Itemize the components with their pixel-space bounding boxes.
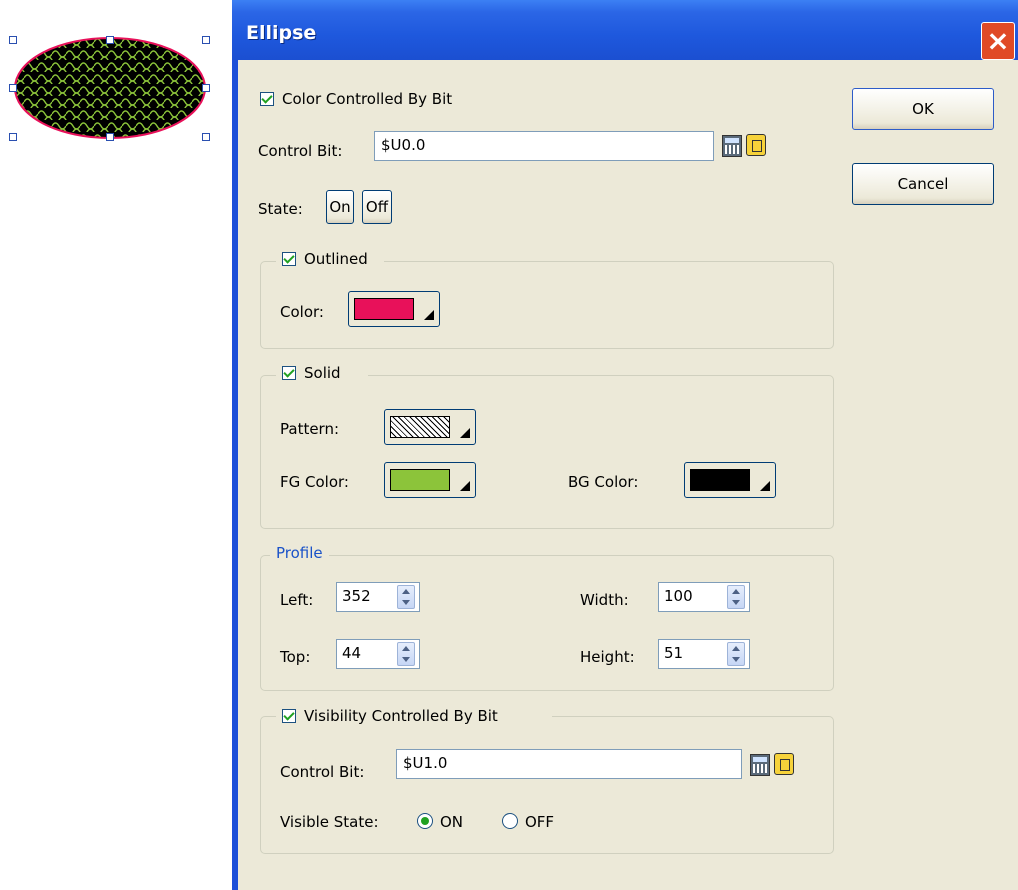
fg-color-label: FG Color:: [280, 473, 349, 491]
resize-handle-sw[interactable]: [9, 133, 17, 141]
resize-handle-e[interactable]: [202, 84, 210, 92]
pattern-swatch: [390, 416, 450, 438]
solid-label: Solid: [304, 364, 341, 382]
height-label: Height:: [580, 648, 635, 666]
left-spinner[interactable]: [397, 585, 415, 609]
visibility-control-bit-input[interactable]: $U1.0: [396, 749, 742, 779]
ellipse-shape[interactable]: [10, 36, 210, 140]
control-bit-input[interactable]: $U0.0: [374, 131, 714, 161]
pattern-label: Pattern:: [280, 420, 340, 438]
visibility-control-bit-label: Control Bit:: [280, 763, 365, 781]
dialog-title: Ellipse: [246, 22, 317, 44]
fg-color-swatch: [390, 469, 450, 491]
outlined-group: [260, 261, 834, 349]
state-on-button[interactable]: On: [326, 190, 354, 224]
title-bar[interactable]: Ellipse ×: [232, 0, 1018, 60]
ellipse-graphic: [14, 37, 206, 139]
color-controlled-checkbox[interactable]: [260, 92, 274, 106]
left-value: 352: [342, 587, 371, 605]
ok-label: OK: [912, 100, 934, 118]
visibility-checkbox[interactable]: [282, 709, 296, 723]
profile-label: Profile: [276, 544, 323, 562]
top-label: Top:: [280, 648, 311, 666]
color-controlled-label: Color Controlled By Bit: [282, 90, 453, 108]
fg-color-button[interactable]: [384, 462, 476, 498]
outline-color-label: Color:: [280, 303, 324, 321]
solid-group: [260, 375, 834, 529]
state-off-label: Off: [365, 198, 389, 216]
pattern-button[interactable]: [384, 409, 476, 445]
visible-on-radio[interactable]: [417, 813, 433, 829]
profile-legend: Profile: [270, 544, 329, 566]
state-off-button[interactable]: Off: [362, 190, 392, 224]
visibility-group: [260, 716, 834, 854]
bg-color-swatch: [690, 469, 750, 491]
ellipse-dialog: Ellipse × Color Controlled By Bit Contro…: [232, 0, 1018, 890]
top-value: 44: [342, 644, 362, 662]
width-spinner[interactable]: [727, 585, 745, 609]
ok-button[interactable]: OK: [852, 88, 994, 130]
tag-browse-icon[interactable]: [746, 134, 766, 156]
state-label: State:: [258, 200, 303, 218]
calculator-icon[interactable]: [722, 135, 742, 157]
visibility-label: Visibility Controlled By Bit: [304, 707, 498, 725]
bg-color-label: BG Color:: [568, 473, 639, 491]
outline-color-swatch: [354, 298, 414, 320]
cancel-label: Cancel: [897, 175, 949, 193]
dropdown-arrow-icon: [760, 481, 770, 491]
dialog-body: Color Controlled By Bit Control Bit: $U0…: [238, 60, 1018, 890]
profile-group: [260, 555, 834, 691]
calculator-icon[interactable]: [750, 754, 770, 776]
resize-handle-ne[interactable]: [202, 36, 210, 44]
width-value: 100: [664, 587, 693, 605]
resize-handle-nw[interactable]: [9, 36, 17, 44]
width-label: Width:: [580, 591, 629, 609]
tag-browse-icon[interactable]: [774, 753, 794, 775]
control-bit-label: Control Bit:: [258, 142, 343, 160]
width-input[interactable]: 100: [658, 582, 750, 612]
visible-on-label: ON: [440, 813, 464, 831]
resize-handle-n[interactable]: [106, 36, 114, 44]
cancel-button[interactable]: Cancel: [852, 163, 994, 205]
outline-color-button[interactable]: [348, 291, 440, 327]
resize-handle-w[interactable]: [9, 84, 17, 92]
visible-off-label: OFF: [525, 813, 555, 831]
visible-state-label: Visible State:: [280, 813, 379, 831]
close-button[interactable]: ×: [981, 22, 1015, 60]
left-label: Left:: [280, 591, 314, 609]
top-spinner[interactable]: [397, 642, 415, 666]
height-spinner[interactable]: [727, 642, 745, 666]
height-value: 51: [664, 644, 684, 662]
bg-color-button[interactable]: [684, 462, 776, 498]
dropdown-arrow-icon: [424, 310, 434, 320]
height-input[interactable]: 51: [658, 639, 750, 669]
dropdown-arrow-icon: [460, 428, 470, 438]
dropdown-arrow-icon: [460, 481, 470, 491]
top-input[interactable]: 44: [336, 639, 420, 669]
outlined-label: Outlined: [304, 250, 368, 268]
state-on-label: On: [329, 198, 351, 216]
resize-handle-se[interactable]: [202, 133, 210, 141]
resize-handle-s[interactable]: [106, 133, 114, 141]
left-input[interactable]: 352: [336, 582, 420, 612]
visible-off-radio[interactable]: [502, 813, 518, 829]
outlined-checkbox[interactable]: [282, 252, 296, 266]
close-icon: ×: [986, 24, 1010, 57]
solid-checkbox[interactable]: [282, 366, 296, 380]
